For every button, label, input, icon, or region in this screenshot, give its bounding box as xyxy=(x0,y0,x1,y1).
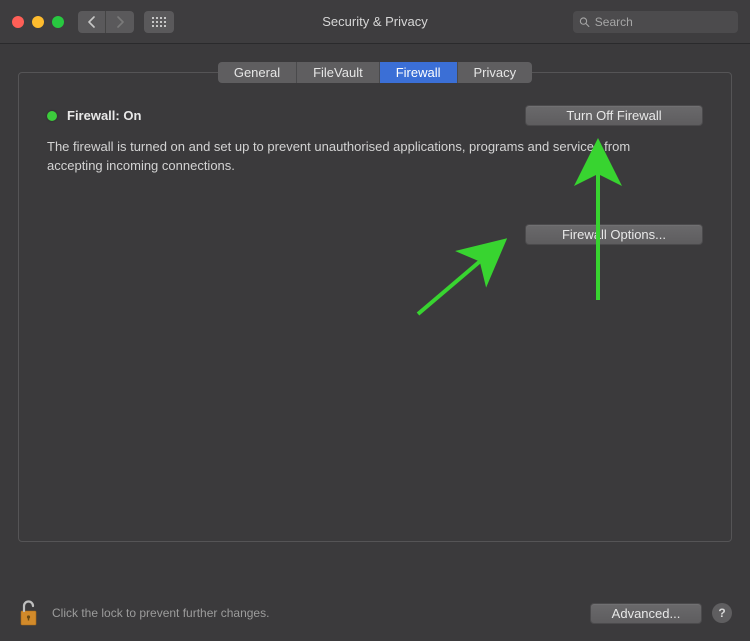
titlebar: Security & Privacy xyxy=(0,0,750,44)
close-button[interactable] xyxy=(12,16,24,28)
tab-bar: General FileVault Firewall Privacy xyxy=(18,62,732,83)
traffic-lights xyxy=(12,16,64,28)
lock-hint: Click the lock to prevent further change… xyxy=(52,606,269,620)
minimize-button[interactable] xyxy=(32,16,44,28)
nav-buttons xyxy=(78,11,134,33)
tab-filevault[interactable]: FileVault xyxy=(297,62,380,83)
advanced-button[interactable]: Advanced... xyxy=(590,603,702,624)
footer: Click the lock to prevent further change… xyxy=(18,599,732,627)
maximize-button[interactable] xyxy=(52,16,64,28)
firewall-options-button[interactable]: Firewall Options... xyxy=(525,224,703,245)
lock-button[interactable] xyxy=(18,599,40,627)
content: General FileVault Firewall Privacy Firew… xyxy=(0,44,750,542)
search-input[interactable] xyxy=(595,15,732,29)
firewall-panel: Firewall: On Turn Off Firewall The firew… xyxy=(18,72,732,542)
search-icon xyxy=(579,16,590,28)
tab-privacy[interactable]: Privacy xyxy=(458,62,533,83)
back-button[interactable] xyxy=(78,11,106,33)
tab-general[interactable]: General xyxy=(218,62,297,83)
show-all-button[interactable] xyxy=(144,11,174,33)
lock-open-icon xyxy=(18,599,40,627)
status-left: Firewall: On xyxy=(47,108,141,123)
chevron-left-icon xyxy=(87,16,96,28)
firewall-description: The firewall is turned on and set up to … xyxy=(47,138,687,176)
search-field[interactable] xyxy=(573,11,738,33)
forward-button[interactable] xyxy=(106,11,134,33)
footer-right: Advanced... ? xyxy=(590,603,732,624)
turn-off-firewall-button[interactable]: Turn Off Firewall xyxy=(525,105,703,126)
options-row: Firewall Options... xyxy=(47,224,703,245)
status-row: Firewall: On Turn Off Firewall xyxy=(47,105,703,126)
status-dot-icon xyxy=(47,111,57,121)
grid-icon xyxy=(152,17,166,27)
tab-firewall[interactable]: Firewall xyxy=(380,62,458,83)
chevron-right-icon xyxy=(116,16,125,28)
firewall-status-label: Firewall: On xyxy=(67,108,141,123)
help-button[interactable]: ? xyxy=(712,603,732,623)
